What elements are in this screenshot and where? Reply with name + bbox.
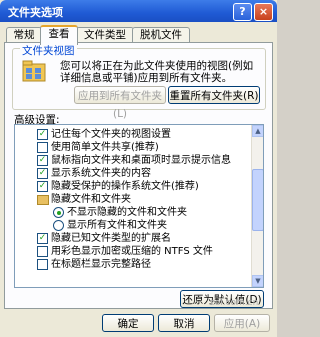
scrollbar-thumb[interactable] <box>252 169 263 231</box>
checkbox[interactable]: ✓ <box>37 155 48 166</box>
checkbox[interactable]: ✓ <box>37 129 48 140</box>
checkbox[interactable]: ✓ <box>37 233 48 244</box>
help-button[interactable]: ? <box>233 3 252 21</box>
window-title: 文件夹选项 <box>8 6 63 19</box>
apply-button[interactable]: 应用(A) <box>214 314 270 332</box>
checkbox[interactable] <box>37 142 48 153</box>
tab-general[interactable]: 常规 <box>6 27 42 43</box>
checkbox[interactable]: ✓ <box>37 168 48 179</box>
watermark: zol.com.cn <box>210 298 259 308</box>
cancel-button[interactable]: 取消 <box>158 314 210 332</box>
folder-view-icon <box>22 60 46 82</box>
folder-views-description: 您可以将正在为此文件夹使用的视图(例如详细信息或平铺)应用到所有文件夹。 <box>60 60 254 84</box>
checkbox[interactable] <box>37 246 48 257</box>
radio-button[interactable] <box>53 207 64 218</box>
title-bar[interactable]: 文件夹选项 ? × <box>0 0 277 22</box>
tab-file-types[interactable]: 文件类型 <box>76 27 134 43</box>
close-button[interactable]: × <box>254 3 273 21</box>
tab-offline-files[interactable]: 脱机文件 <box>132 27 190 43</box>
reset-all-folders-button[interactable]: 重置所有文件夹(R) <box>168 86 260 104</box>
checkbox[interactable] <box>37 259 48 270</box>
checkbox[interactable]: ✓ <box>37 181 48 192</box>
scroll-down-arrow-icon[interactable]: ▼ <box>252 275 263 287</box>
ok-button[interactable]: 确定 <box>102 314 154 332</box>
folder-views-label: 文件夹视图 <box>20 43 77 58</box>
scroll-up-arrow-icon[interactable]: ▲ <box>252 125 263 137</box>
folder-options-dialog: 文件夹选项 ? × 常规 查看 文件类型 脱机文件 文件夹视图 您可以将正在为此… <box>0 0 277 337</box>
vertical-scrollbar[interactable]: ▲ ▼ <box>251 125 263 287</box>
folder-icon <box>37 195 49 205</box>
radio-button[interactable] <box>53 220 64 231</box>
apply-to-all-folders-button[interactable]: 应用到所有文件夹(L) <box>74 86 166 120</box>
tab-view[interactable]: 查看 <box>40 25 78 45</box>
advanced-settings-list[interactable]: ✓ 记住每个文件夹的视图设置 使用简单文件共享(推荐) ✓ 鼠标指向文件夹和桌面… <box>14 124 264 288</box>
